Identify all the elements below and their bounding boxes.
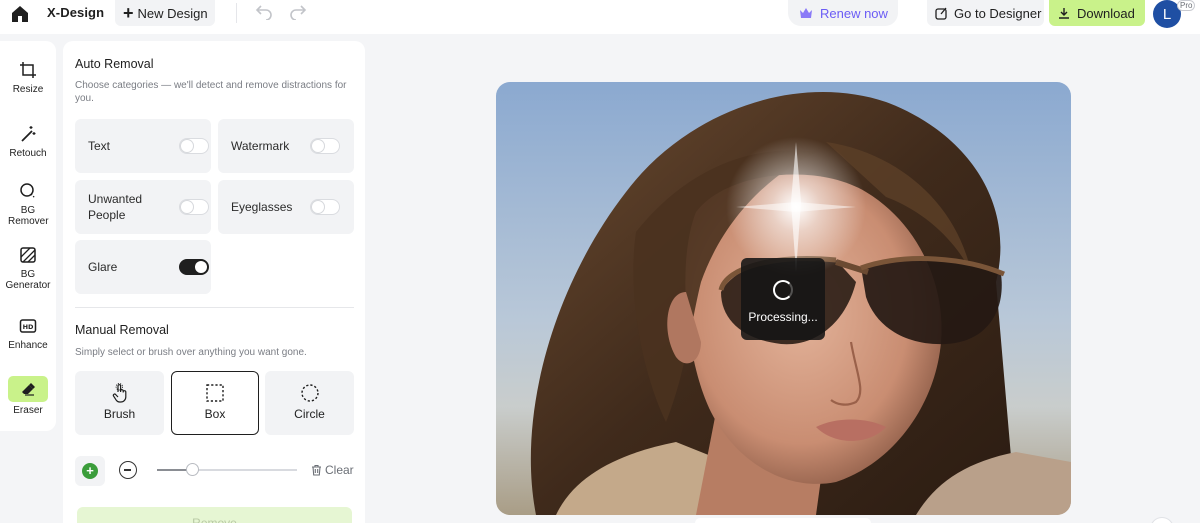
option-label: Eyeglasses [231, 200, 293, 214]
mode-circle[interactable]: Circle [265, 371, 354, 435]
tool-label: BG Remover [8, 205, 49, 227]
help-button[interactable] [1150, 517, 1174, 523]
canvas-bottom-controls[interactable] [695, 518, 871, 523]
tool-eraser[interactable]: Eraser [0, 376, 56, 416]
download-button[interactable]: Download [1049, 0, 1145, 26]
option-label: Text [88, 139, 111, 153]
mode-label: Circle [294, 407, 325, 421]
mode-label: Brush [103, 407, 136, 421]
renew-now-label: Renew now [820, 5, 888, 21]
option-eyeglasses[interactable]: Eyeglasses [218, 180, 354, 234]
tool-rail: Resize Retouch BG Remover BG Generator H… [0, 41, 56, 431]
download-label: Download [1077, 5, 1135, 21]
trash-icon [312, 464, 321, 476]
new-design-button[interactable]: + New Design [115, 0, 215, 26]
tool-label: Resize [12, 84, 44, 95]
option-watermark[interactable]: Watermark [218, 119, 354, 173]
crown-icon [800, 8, 812, 18]
option-text[interactable]: Text [75, 119, 211, 173]
manual-removal-description: Simply select or brush over anything you… [75, 347, 307, 358]
plus-icon: + [123, 3, 134, 23]
clear-button[interactable]: Clear [311, 463, 354, 477]
plus-icon: + [82, 463, 98, 479]
brand-name: X-Design [47, 5, 105, 20]
tool-enhance[interactable]: HD Enhance [0, 317, 56, 351]
manual-removal-title: Manual Removal [75, 323, 169, 337]
pro-badge: Pro [1177, 0, 1196, 11]
tool-label: Retouch [9, 148, 47, 159]
glare-toggle[interactable] [179, 259, 209, 275]
tool-label: BG Generator [5, 269, 51, 291]
download-icon [1059, 8, 1069, 19]
watermark-toggle[interactable] [310, 138, 340, 154]
option-label: Glare [88, 260, 118, 274]
bg-remover-icon [20, 183, 36, 199]
tool-resize[interactable]: Resize [0, 61, 56, 95]
tool-retouch[interactable]: Retouch [0, 125, 56, 159]
eyeglasses-toggle[interactable] [310, 199, 340, 215]
brush-size-increase-button[interactable]: + [75, 456, 105, 486]
new-design-label: New Design [137, 5, 208, 21]
eraser-highlight [8, 376, 48, 402]
processing-overlay: Processing... [741, 258, 825, 340]
svg-text:HD: HD [23, 323, 34, 331]
tool-label: Eraser [13, 405, 43, 416]
clear-label: Clear [325, 463, 354, 477]
processing-label: Processing... [748, 310, 818, 324]
hand-pointer-icon [112, 383, 126, 403]
text-toggle[interactable] [179, 138, 209, 154]
option-label: Unwanted People [88, 192, 143, 222]
eraser-panel: Auto Removal Choose categories — we'll d… [63, 41, 365, 523]
brush-size-slider[interactable] [157, 463, 297, 476]
unwanted-people-toggle[interactable] [179, 199, 209, 215]
crop-icon [20, 62, 36, 78]
slider-thumb[interactable] [186, 463, 199, 476]
option-unwanted-people[interactable]: Unwanted People [75, 180, 211, 234]
section-divider [75, 307, 354, 308]
brush-size-decrease-button[interactable] [119, 461, 137, 479]
top-bar: X-Design + New Design Renew now Go to De… [0, 0, 1200, 34]
edit-square-icon [935, 7, 947, 20]
tool-bg-remover[interactable]: BG Remover [0, 182, 56, 227]
mode-label: Box [204, 407, 226, 421]
toggle-knob [181, 140, 193, 152]
loading-spinner-icon [773, 280, 793, 300]
toolbar-divider [236, 3, 237, 23]
dashed-square-icon [206, 384, 224, 402]
mode-box[interactable]: Box [171, 371, 259, 435]
toggle-knob [195, 261, 207, 273]
go-to-designer-label: Go to Designer [954, 5, 1042, 21]
redo-icon[interactable] [289, 4, 307, 20]
tool-bg-generator[interactable]: BG Generator [0, 246, 56, 291]
hd-icon: HD [19, 319, 37, 333]
option-glare[interactable]: Glare [75, 240, 211, 294]
toggle-knob [181, 201, 193, 213]
toggle-knob [312, 140, 324, 152]
go-to-designer-button[interactable]: Go to Designer [927, 0, 1044, 26]
option-label: Watermark [231, 139, 290, 153]
toggle-knob [312, 201, 324, 213]
renew-now-button[interactable]: Renew now [788, 0, 898, 26]
hatch-square-icon [20, 247, 36, 263]
tool-label: Enhance [8, 340, 48, 351]
magic-wand-icon [21, 126, 36, 142]
mode-brush[interactable]: Brush [75, 371, 164, 435]
auto-removal-title: Auto Removal [75, 57, 154, 71]
auto-removal-description: Choose categories — we'll detect and rem… [75, 80, 347, 104]
dashed-circle-icon [300, 384, 319, 402]
eraser-icon [22, 383, 35, 396]
home-icon[interactable] [10, 4, 30, 24]
remove-button[interactable]: Remove [77, 507, 352, 523]
undo-icon[interactable] [255, 4, 273, 20]
